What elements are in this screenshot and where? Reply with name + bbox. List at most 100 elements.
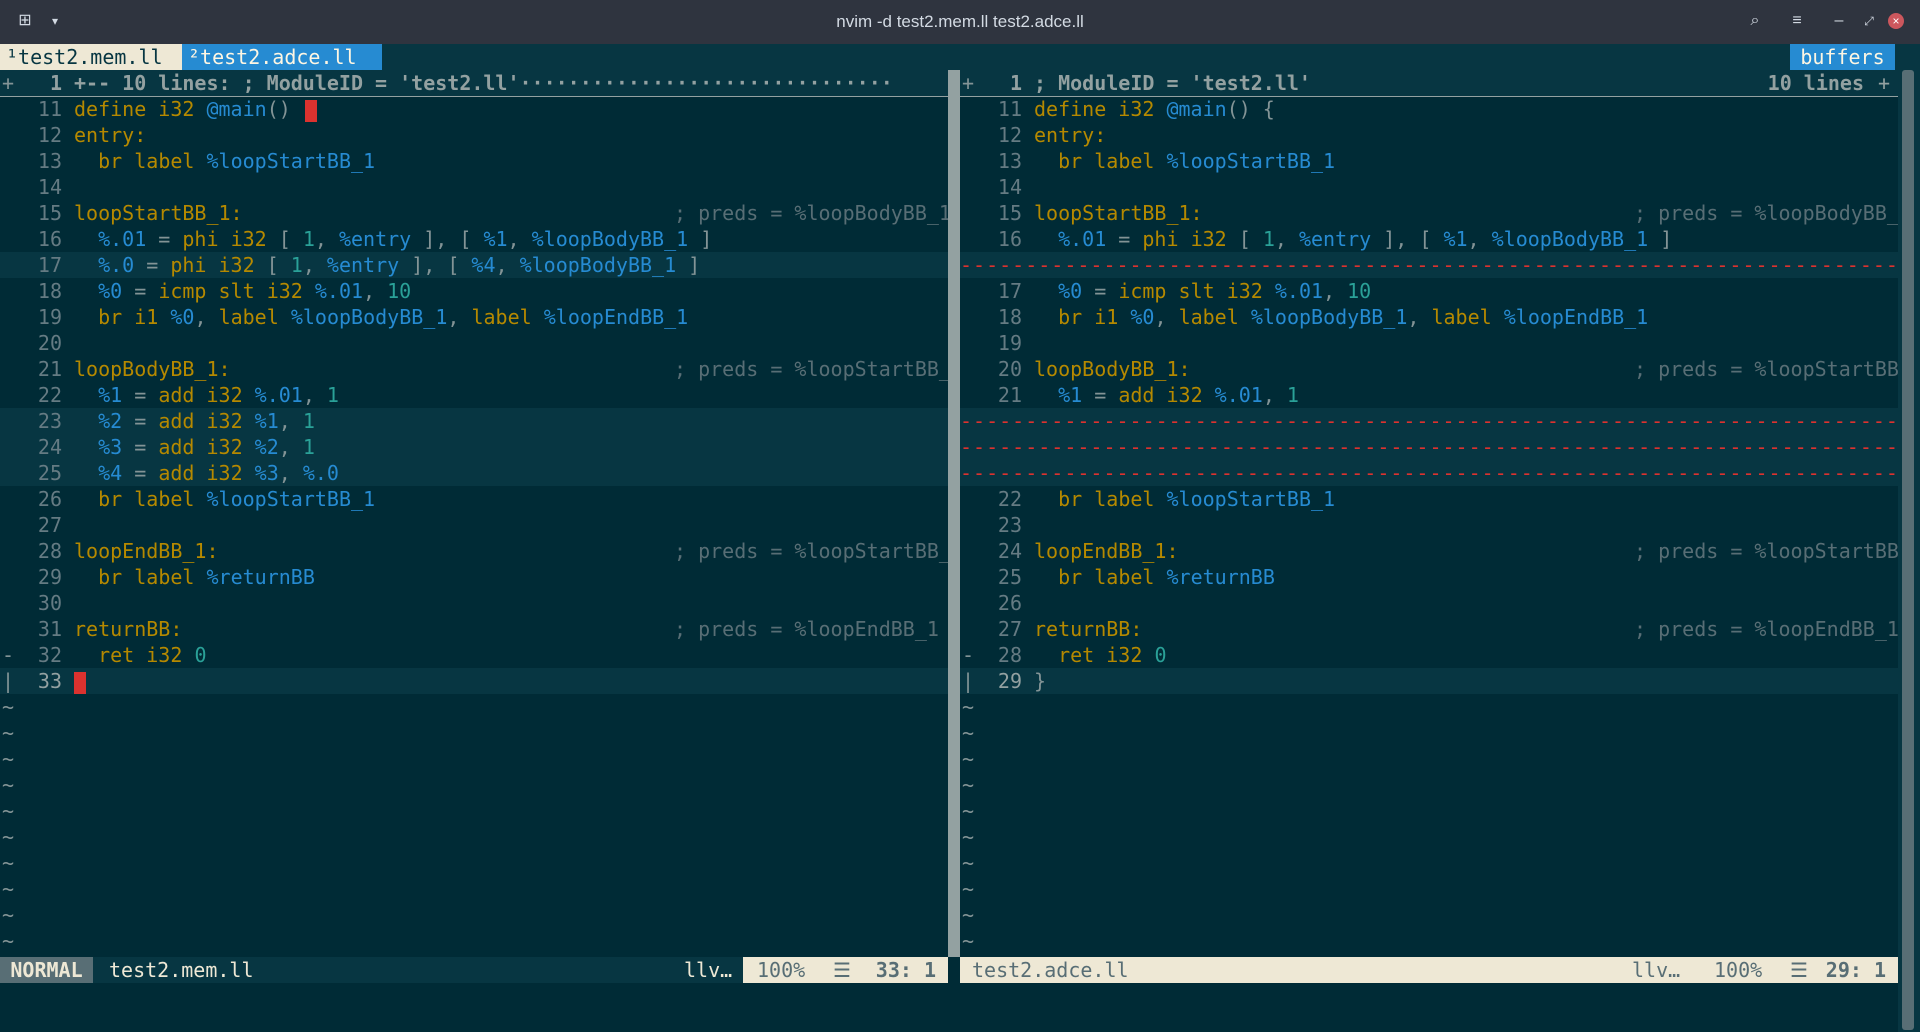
preds-comment: ; preds = %loopBodyBB_1 bbox=[674, 201, 948, 225]
tilde-marker: ~ bbox=[2, 799, 15, 823]
right-diff-window[interactable]: +1 ; ModuleID = 'test2.ll' 10 lines +11 defi… bbox=[960, 70, 1898, 957]
scrollbar-thumb[interactable] bbox=[1902, 70, 1914, 1030]
preds-comment: ; preds = %loopStartBB bbox=[1634, 357, 1898, 381]
maximize-icon[interactable]: ⤢ bbox=[1858, 10, 1880, 32]
code-line: 25 %4 = add i32 %3, %.0 bbox=[0, 460, 948, 486]
code-line: -32 ret i32 0 bbox=[0, 642, 948, 668]
end-of-buffer-line: ~ bbox=[0, 902, 948, 928]
preds-comment: ; preds = %loopStartBB_ bbox=[674, 357, 948, 381]
code-text[interactable]: ret i32 0 bbox=[74, 642, 206, 668]
minimize-icon[interactable]: – bbox=[1828, 10, 1850, 32]
code-line: 13 br label %loopStartBB_1 bbox=[960, 148, 1898, 174]
code-line: 16 %.01 = phi i32 [ 1, %entry ], [ %1, %… bbox=[0, 226, 948, 252]
code-text[interactable]: br label %loopStartBB_1 bbox=[1034, 148, 1335, 174]
end-of-buffer-line: ~ bbox=[0, 746, 948, 772]
code-text[interactable]: %1 = add i32 %.01, 1 bbox=[1034, 382, 1299, 408]
code-text[interactable]: loopBodyBB_1: bbox=[1034, 356, 1191, 382]
code-text[interactable]: loopEndBB_1: bbox=[1034, 538, 1179, 564]
code-line: 14 bbox=[960, 174, 1898, 200]
code-text[interactable]: br label %returnBB bbox=[1034, 564, 1275, 590]
end-of-buffer-line: ~ bbox=[960, 720, 1898, 746]
close-icon[interactable]: × bbox=[1888, 13, 1904, 29]
code-text[interactable]: br i1 %0, label %loopBodyBB_1, label %lo… bbox=[1034, 304, 1648, 330]
tilde-marker: ~ bbox=[962, 747, 975, 771]
line-number: 20 bbox=[997, 357, 1022, 381]
code-text[interactable]: define i32 @main() bbox=[74, 96, 317, 122]
code-line: | 33 bbox=[0, 668, 948, 694]
code-text[interactable]: entry: bbox=[1034, 122, 1106, 148]
percent-label: 100% bbox=[757, 958, 806, 982]
code-text[interactable]: br label %returnBB bbox=[74, 564, 315, 590]
code-text[interactable]: %.01 = phi i32 [ 1, %entry ], [ %1, %loo… bbox=[1034, 226, 1672, 252]
code-line: 18 %0 = icmp slt i32 %.01, 10 bbox=[0, 278, 948, 304]
code-text[interactable]: %.0 = phi i32 [ 1, %entry ], [ %4, %loop… bbox=[74, 252, 700, 278]
end-of-buffer-line: ~ bbox=[0, 772, 948, 798]
code-text[interactable]: br label %loopStartBB_1 bbox=[74, 148, 375, 174]
code-line: 28 loopEndBB_1: ; preds = %loopStartBB_ bbox=[0, 538, 948, 564]
line-number: 19 bbox=[997, 331, 1022, 355]
code-line: 15 loopStartBB_1: ; preds = %loopBodyBB_ bbox=[960, 200, 1898, 226]
line-number: 14 bbox=[37, 175, 62, 199]
code-line: 21 loopBodyBB_1: ; preds = %loopStartBB_ bbox=[0, 356, 948, 382]
end-of-buffer-line: ~ bbox=[0, 876, 948, 902]
code-text[interactable]: br i1 %0, label %loopBodyBB_1, label %lo… bbox=[74, 304, 688, 330]
code-line: 31 returnBB: ; preds = %loopEndBB_1 bbox=[0, 616, 948, 642]
preds-comment: ; preds = %loopBodyBB_ bbox=[1634, 201, 1898, 225]
line-number: 24 bbox=[997, 539, 1022, 563]
code-text[interactable]: br label %loopStartBB_1 bbox=[1034, 486, 1335, 512]
code-text[interactable]: loopStartBB_1: bbox=[1034, 200, 1203, 226]
code-text[interactable]: %3 = add i32 %2, 1 bbox=[74, 434, 315, 460]
code-text[interactable]: returnBB: bbox=[1034, 616, 1142, 642]
fold-text[interactable]: +-- 10 lines: ; ModuleID = 'test2.ll'···… bbox=[74, 70, 893, 96]
code-line: 20 bbox=[0, 330, 948, 356]
code-text[interactable]: ret i32 0 bbox=[1034, 642, 1166, 668]
filetype-label: llv… bbox=[684, 958, 733, 982]
code-text[interactable]: } bbox=[1034, 668, 1046, 694]
code-text[interactable]: %2 = add i32 %1, 1 bbox=[74, 408, 315, 434]
code-line: 25 br label %returnBB bbox=[960, 564, 1898, 590]
statusline-position: 100% ☰ 33: 1 bbox=[743, 957, 948, 983]
fold-sign: + bbox=[2, 71, 15, 95]
tilde-marker: ~ bbox=[2, 773, 15, 797]
end-of-buffer-line: ~ bbox=[960, 876, 1898, 902]
command-line[interactable] bbox=[0, 983, 1898, 1032]
code-text[interactable]: loopBodyBB_1: bbox=[74, 356, 231, 382]
code-text[interactable]: %0 = icmp slt i32 %.01, 10 bbox=[1034, 278, 1371, 304]
vertical-split-separator[interactable] bbox=[948, 70, 960, 957]
code-text[interactable]: %4 = add i32 %3, %.0 bbox=[74, 460, 339, 486]
left-diff-window[interactable]: +1 +-- 10 lines: ; ModuleID = 'test2.ll'·… bbox=[0, 70, 948, 957]
menu-icon[interactable]: ≡ bbox=[1786, 10, 1808, 32]
line-number: 22 bbox=[37, 383, 62, 407]
line-number: 29 bbox=[997, 669, 1022, 693]
line-number: 12 bbox=[997, 123, 1022, 147]
code-text[interactable] bbox=[74, 668, 86, 694]
line-number: 15 bbox=[37, 201, 62, 225]
diff-filler-line: ----------------------------------------… bbox=[960, 460, 1898, 486]
end-of-buffer-line: ~ bbox=[960, 850, 1898, 876]
code-text[interactable]: returnBB: bbox=[74, 616, 182, 642]
tilde-marker: ~ bbox=[2, 877, 15, 901]
filler-dashes: ----------------------------------------… bbox=[960, 461, 1898, 485]
tilde-marker: ~ bbox=[962, 695, 975, 719]
diff-filler-line: ----------------------------------------… bbox=[960, 252, 1898, 278]
code-text[interactable]: br label %loopStartBB_1 bbox=[74, 486, 375, 512]
search-icon[interactable]: ⌕ bbox=[1744, 10, 1766, 32]
fold-text[interactable]: ; ModuleID = 'test2.ll' bbox=[1034, 70, 1311, 96]
code-line: 12 entry: bbox=[0, 122, 948, 148]
code-text[interactable]: loopEndBB_1: bbox=[74, 538, 219, 564]
code-text[interactable]: %.01 = phi i32 [ 1, %entry ], [ %1, %loo… bbox=[74, 226, 712, 252]
end-of-buffer-line: ~ bbox=[0, 850, 948, 876]
code-text[interactable]: entry: bbox=[74, 122, 146, 148]
code-text[interactable]: loopStartBB_1: bbox=[74, 200, 243, 226]
code-text[interactable]: %0 = icmp slt i32 %.01, 10 bbox=[74, 278, 411, 304]
line-number: 13 bbox=[37, 149, 62, 173]
line-number: 15 bbox=[997, 201, 1022, 225]
preds-comment: ; preds = %loopStartBB bbox=[1634, 539, 1898, 563]
code-text[interactable]: %1 = add i32 %.01, 1 bbox=[74, 382, 339, 408]
code-text[interactable]: define i32 @main() { bbox=[1034, 96, 1275, 122]
code-line: 13 br label %loopStartBB_1 bbox=[0, 148, 948, 174]
tab-test2-adce[interactable]: ²test2.adce.ll bbox=[182, 44, 382, 70]
tilde-marker: ~ bbox=[962, 851, 975, 875]
tab-test2-mem[interactable]: ¹test2.mem.ll bbox=[0, 44, 182, 70]
line-number: 22 bbox=[997, 487, 1022, 511]
